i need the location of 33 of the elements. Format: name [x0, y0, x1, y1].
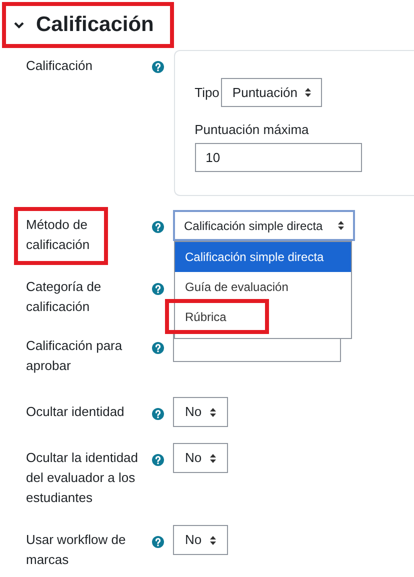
- field-label: Método de calificación: [26, 216, 91, 254]
- field-label: Usar workflow de marcas: [26, 531, 127, 569]
- yes-no-select[interactable]: No: [173, 443, 228, 473]
- sort-icon: [305, 88, 312, 97]
- help-icon[interactable]: [152, 536, 164, 548]
- help-icon[interactable]: [152, 408, 164, 420]
- help-icon[interactable]: [152, 342, 164, 354]
- field-label: Calificación: [26, 57, 94, 75]
- field-label: Categoría de calificación: [26, 278, 102, 316]
- yes-no-select[interactable]: No: [173, 525, 228, 555]
- dropdown-option[interactable]: Rúbrica: [175, 302, 351, 332]
- sort-icon: [338, 221, 344, 230]
- type-select[interactable]: Puntuación: [221, 78, 322, 107]
- sort-icon: [210, 536, 216, 544]
- field-label: Calificación para aprobar: [26, 337, 124, 375]
- chevron-icon[interactable]: [14, 22, 24, 28]
- max-score-label: Puntuación máxima: [194, 121, 310, 139]
- method-select[interactable]: Calificación simple directa: [173, 210, 355, 241]
- dropdown-option[interactable]: Guía de evaluación: [175, 272, 351, 302]
- help-icon[interactable]: [152, 454, 164, 466]
- help-icon[interactable]: [152, 283, 164, 295]
- sort-icon: [210, 454, 216, 462]
- field-label: Ocultar la identidad del evaluador a los estudiantes: [26, 449, 140, 507]
- pass-grade-field[interactable]: [173, 332, 341, 362]
- help-icon[interactable]: [152, 221, 164, 233]
- help-icon[interactable]: [152, 61, 164, 73]
- type-label: Tipo: [194, 84, 220, 102]
- field-label: Ocultar identidad: [26, 403, 126, 421]
- sort-icon: [210, 408, 216, 416]
- section-title: Calificación: [36, 12, 154, 38]
- dropdown-option[interactable]: Calificación simple directa: [175, 242, 351, 272]
- yes-no-select[interactable]: No: [173, 397, 228, 427]
- max-score-field[interactable]: 10: [194, 143, 362, 172]
